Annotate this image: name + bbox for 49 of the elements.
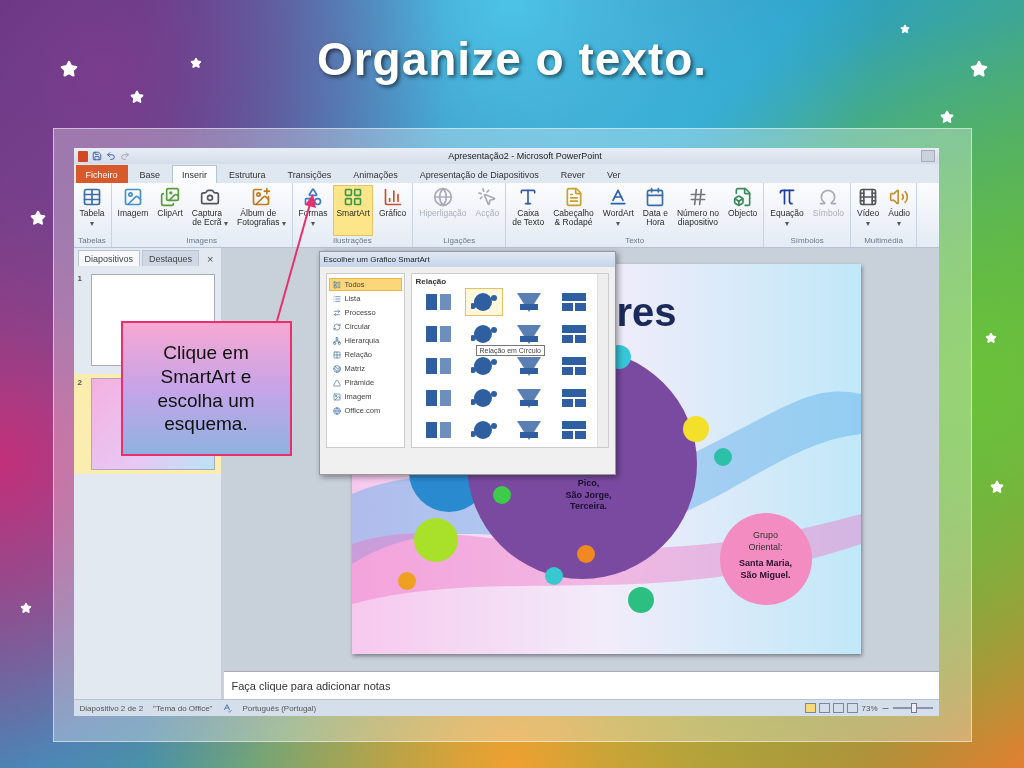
button-label: WordArt — [602, 209, 634, 219]
gallery-heading: Relação — [415, 277, 448, 288]
button-label: Hiperligação — [419, 209, 467, 219]
language-label: Português (Portugal) — [242, 703, 317, 713]
button-label: Tabela — [79, 209, 105, 219]
button-label: SmartArt — [336, 209, 370, 219]
slide-number: 1 — [77, 274, 83, 285]
slide-heading: res — [616, 289, 677, 336]
button-label: Data e Hora — [642, 209, 668, 228]
button-label: Captura de Ecrã — [191, 209, 223, 228]
button-label: ClipArt — [157, 209, 183, 219]
circle-text: Pico, São Jorge, Terceira. — [564, 478, 613, 514]
slide-number: 2 — [77, 378, 83, 389]
button-label: Objecto — [727, 209, 758, 219]
slide-title: Organize o texto. — [316, 32, 708, 87]
theme-name: "Tema do Office" — [153, 703, 213, 713]
callout-tooltip: Clique em SmartArt e escolha um esquema. — [120, 321, 292, 456]
button-label: Caixa de Texto — [512, 209, 545, 228]
caret-icon: ▾ — [224, 219, 229, 228]
dialog-title: Escolher um Gráfico SmartArt — [319, 252, 615, 267]
window-title: Apresentação2 - Microsoft PowerPoint — [447, 151, 603, 161]
group-label: Ligações — [443, 236, 476, 247]
caret-icon: ▾ — [866, 220, 871, 229]
group-label: Tabelas — [78, 236, 106, 247]
circle-text: Santa Maria, São Miguel. — [738, 558, 793, 582]
button-label: Número no diapositivo — [676, 209, 719, 228]
slide-count: Diapositivo 2 de 2 — [79, 703, 144, 713]
caret-icon: ▾ — [311, 220, 315, 229]
button-label: Equação — [770, 209, 804, 219]
group-label: Texto — [625, 236, 645, 247]
button-label: Gráfico — [378, 209, 407, 219]
group-label: Símbolos — [790, 236, 824, 247]
button-label: Imagem — [117, 209, 149, 219]
caret-icon: ▾ — [90, 220, 95, 229]
button-label: Vídeo — [857, 209, 880, 219]
button-label: Áudio — [888, 209, 910, 219]
zoom-level: 73% — [861, 703, 878, 713]
button-label: Acção — [475, 209, 500, 219]
caret-icon: ▾ — [616, 220, 621, 229]
group-label: Imagens — [186, 236, 217, 247]
circle-label: Grupo Oriental: — [747, 530, 784, 554]
caret-icon: ▾ — [897, 220, 902, 229]
caret-icon: ▾ — [785, 220, 790, 229]
button-label: Símbolo — [812, 209, 844, 219]
group-label: Ilustrações — [333, 236, 372, 247]
caret-icon: ▾ — [281, 219, 286, 228]
button-label: Cabeçalho & Rodapé — [553, 209, 594, 228]
group-label: Multimédia — [864, 236, 903, 247]
button-label: Álbum de Fotografias — [237, 209, 280, 228]
